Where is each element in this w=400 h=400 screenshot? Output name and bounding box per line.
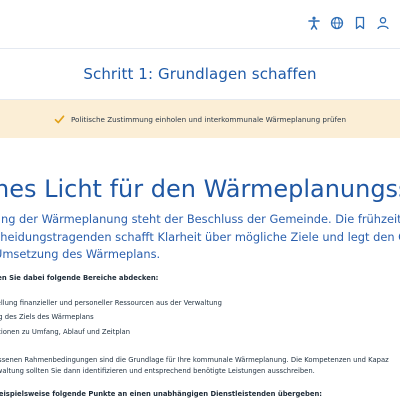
step-title: Schritt 1: Grundlagen schaffen xyxy=(83,65,317,83)
toolbar-icons xyxy=(307,16,390,30)
step-header: Schritt 1: Grundlagen schaffen xyxy=(0,48,400,100)
list-item: ng des Ziels des Wärmeplans xyxy=(0,313,94,322)
list-item: tellung finanzieller und personeller Res… xyxy=(0,299,222,307)
top-bar xyxy=(0,0,400,48)
intro-paragraph: ang der Wärmeplanung steht der Beschluss… xyxy=(0,211,400,264)
article-headline: nes Licht für den Wärmeplanungsstart xyxy=(0,175,400,203)
paragraph-line: essenen Rahmenbedingungen sind die Grund… xyxy=(0,356,389,364)
intro-line: ang der Wärmeplanung steht der Beschluss… xyxy=(0,212,400,226)
handover-heading: beispielsweise folgende Punkte an einen … xyxy=(0,390,323,398)
globe-icon[interactable] xyxy=(330,16,344,30)
intro-line: cheidungstragenden schafft Klarheit über… xyxy=(0,229,400,244)
milestone-banner: Politische Zustimmung einholen und inter… xyxy=(0,100,400,138)
areas-list: tellung finanzieller und personeller Res… xyxy=(0,296,222,339)
areas-heading: ten Sie dabei folgende Bereiche abdecken… xyxy=(0,274,159,282)
article-content: nes Licht für den Wärmeplanungsstart ang… xyxy=(0,160,400,400)
check-icon xyxy=(54,114,65,123)
accessibility-icon[interactable] xyxy=(307,16,321,30)
bookmark-icon[interactable] xyxy=(353,16,367,30)
intro-line: Umsetzung des Wärmeplans. xyxy=(0,247,161,261)
framework-paragraph: essenen Rahmenbedingungen sind die Grund… xyxy=(0,355,389,377)
list-item: ationen zu Umfang, Ablauf und Zeitplan xyxy=(0,327,131,336)
paragraph-line: rwaltung sollten Sie dann identifizieren… xyxy=(0,367,315,375)
user-icon[interactable] xyxy=(376,16,390,30)
banner-text: Politische Zustimmung einholen und inter… xyxy=(70,114,347,124)
